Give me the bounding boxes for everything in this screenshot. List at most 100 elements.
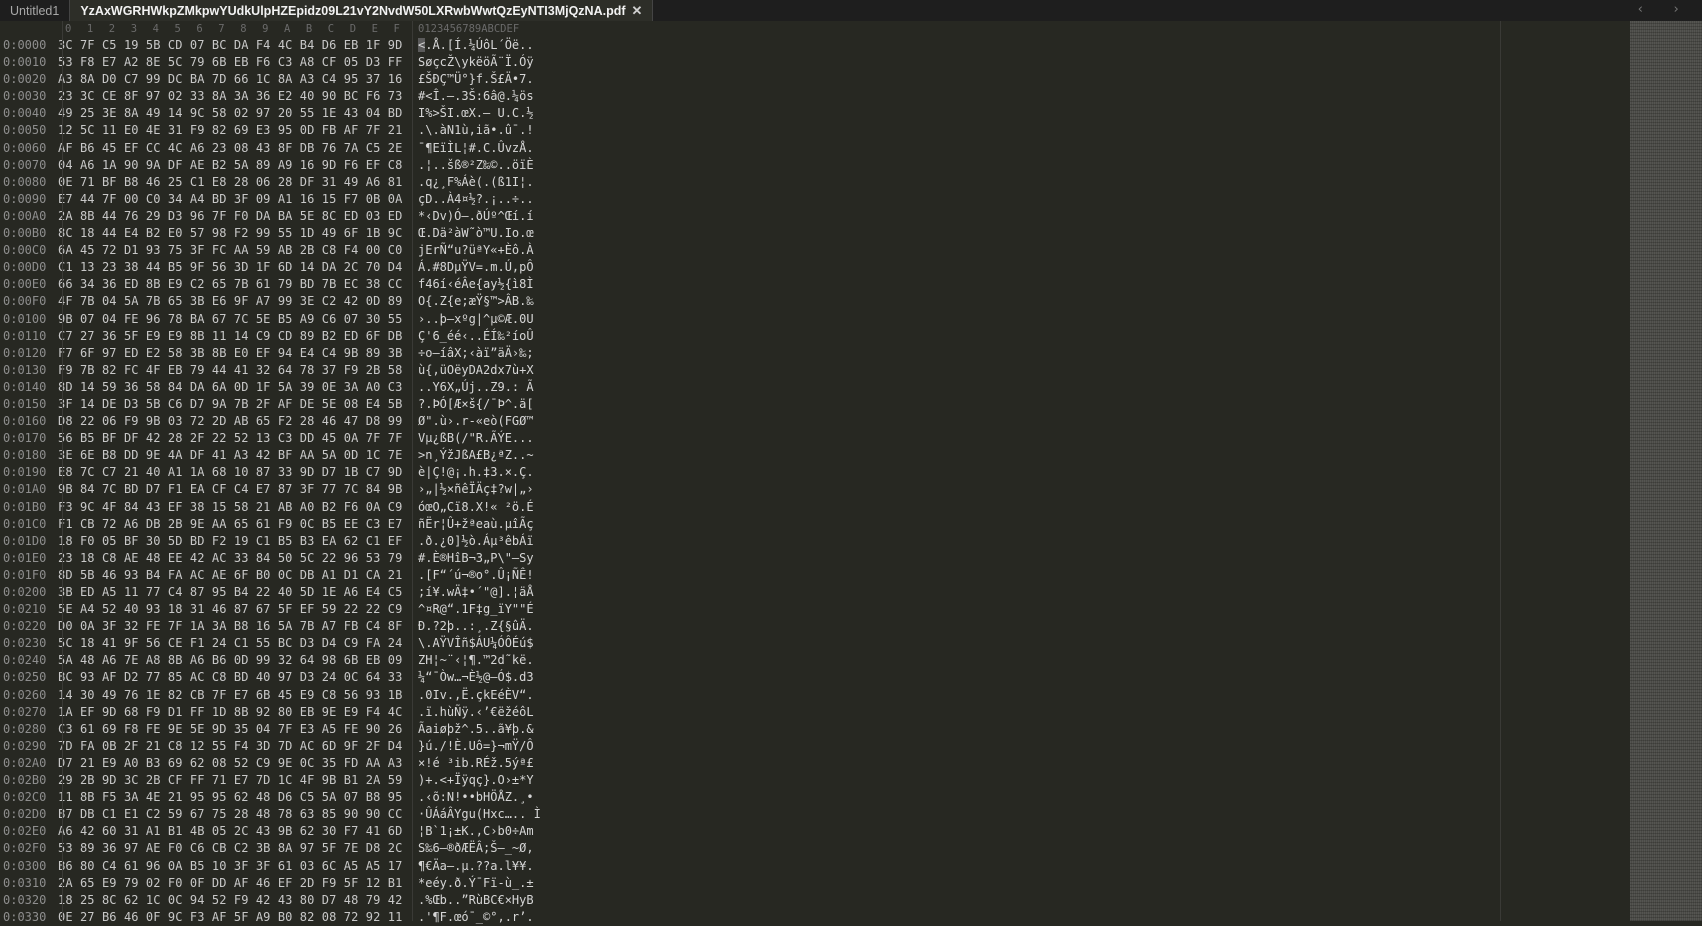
row-hex-bytes[interactable]: 0E 27 B6 46 0F 9C F3 AF 5F A9 B0 82 08 7… <box>58 909 402 926</box>
row-ascii[interactable]: ^¤R@“.1F‡g_ïY""É <box>418 601 534 618</box>
row-hex-bytes[interactable]: 5E A4 52 40 93 18 31 46 87 67 5F EF 59 2… <box>58 601 402 618</box>
row-ascii[interactable]: .[F“´ú¬®o°.Û¡ÑÊ! <box>418 567 534 584</box>
row-hex-bytes[interactable]: 56 B5 BF DF 42 28 2F 22 52 13 C3 DD 45 0… <box>58 430 402 447</box>
row-ascii[interactable]: .\.àN1ù‚iã•.û¯.! <box>418 122 534 139</box>
row-hex-bytes[interactable]: 3E 6E B8 DD 9E 4A DF 41 A3 42 BF AA 5A 0… <box>58 447 402 464</box>
row-ascii[interactable]: çD..À4¤½?.¡..÷.. <box>418 191 534 208</box>
row-ascii[interactable]: ¦B`1¡±K.,C›b0÷Am <box>418 823 534 840</box>
row-ascii[interactable]: \.AŸVÎñ$ÁU¼ÓÔÉú$ <box>418 635 534 652</box>
row-ascii[interactable]: Ç'6_éé‹..ÉÍ‰²íoÛ <box>418 328 534 345</box>
row-hex-bytes[interactable]: 6A 45 72 D1 93 75 3F FC AA 59 AB 2B C8 F… <box>58 242 402 259</box>
tab-scroll-arrows-icon[interactable]: ‹ › <box>1637 0 1690 20</box>
row-hex-bytes[interactable]: 3B ED A5 11 77 C4 87 95 B4 22 40 5D 1E A… <box>58 584 402 601</box>
row-ascii[interactable]: ?.ÞÓ[Æ×š{/¯Þ^.ä[ <box>418 396 534 413</box>
row-hex-bytes[interactable]: A6 42 60 31 A1 B1 4B 05 2C 43 9B 62 30 F… <box>58 823 402 840</box>
row-hex-bytes[interactable]: 1A EF 9D 68 F9 D1 FF 1D 8B 92 80 EB 9E E… <box>58 704 402 721</box>
row-hex-bytes[interactable]: 23 18 C8 AE 48 EE 42 AC 33 84 50 5C 22 9… <box>58 550 402 567</box>
row-ascii[interactable]: .ï.hùÑÿ.‹’€ëžéôL <box>418 704 534 721</box>
row-hex-bytes[interactable]: F1 CB 72 A6 DB 2B 9E AA 65 61 F9 0C B5 E… <box>58 516 402 533</box>
row-hex-bytes[interactable]: 49 25 3E 8A 49 14 9C 58 02 97 20 55 1E 4… <box>58 105 402 122</box>
row-ascii[interactable]: ..Y6X„Új..Z9.: Ã <box>418 379 534 396</box>
row-ascii[interactable]: ¯¶EïÌL¦#.C.ÛvzÅ. <box>418 140 534 157</box>
row-ascii[interactable]: <.Å.[Í.¼ÚôL´Öë.. <box>418 37 534 54</box>
row-hex-bytes[interactable]: B6 80 C4 61 96 0A B5 10 3F 3F 61 03 6C A… <box>58 858 402 875</box>
row-hex-bytes[interactable]: D8 22 06 F9 9B 03 72 2D AB 65 F2 28 46 4… <box>58 413 402 430</box>
row-ascii[interactable]: ›„|½×ñêÏÄç‡?w|„› <box>418 481 534 498</box>
row-hex-bytes[interactable]: 3F 14 DE D3 5B C6 D7 9A 7B 2F AF DE 5E 0… <box>58 396 402 413</box>
row-hex-bytes[interactable]: 18 25 8C 62 1C 0C 94 52 F9 42 43 80 D7 4… <box>58 892 402 909</box>
row-ascii[interactable]: ¼“¯Òw…¬È½@—Ó$.d3 <box>418 669 534 686</box>
row-ascii[interactable]: .'¶F.œó¯_©°‚.r’. <box>418 909 534 926</box>
row-ascii[interactable]: Œ.Dä²àW˜ò™U.Io.œ <box>418 225 534 242</box>
row-hex-bytes[interactable]: D7 21 E9 A0 B3 69 62 08 52 C9 9E 0C 35 F… <box>58 755 402 772</box>
row-hex-bytes[interactable]: F7 6F 97 ED E2 58 3B 8B E0 EF 94 E4 C4 9… <box>58 345 402 362</box>
row-hex-bytes[interactable]: 53 F8 E7 A2 8E 5C 79 6B EB F6 C3 A8 CF 0… <box>58 54 402 71</box>
row-ascii[interactable]: ñËr¦Û+žªeaù.µîÃç <box>418 516 534 533</box>
row-ascii[interactable]: .ð.¿0]½ò.Áµ³êbÁï <box>418 533 534 550</box>
row-hex-bytes[interactable]: C3 61 69 F8 FE 9E 5E 9D 35 04 7F E3 A5 F… <box>58 721 402 738</box>
row-ascii[interactable]: ÷o—íâX;‹àï”äÄ›‰; <box>418 345 534 362</box>
row-hex-bytes[interactable]: 53 89 36 97 AE F0 C6 CB C2 3B 8A 97 5F 7… <box>58 840 402 857</box>
row-ascii[interactable]: ×!é ³ib.RÉž.5ýª£ <box>418 755 534 772</box>
row-ascii[interactable]: Ø".ù›.r-«eò(FGØ™ <box>418 413 534 430</box>
row-hex-bytes[interactable]: 8C 18 44 E4 B2 E0 57 98 F2 99 55 1D 49 6… <box>58 225 402 242</box>
row-hex-bytes[interactable]: 14 30 49 76 1E 82 CB 7F E7 6B 45 E9 C8 5… <box>58 687 402 704</box>
row-ascii[interactable]: *‹Dv)Ó–.ðÚº^Œí.í <box>418 208 534 225</box>
row-hex-bytes[interactable]: 66 34 36 ED 8B E9 C2 65 7B 61 79 BD 7B E… <box>58 276 402 293</box>
row-hex-bytes[interactable]: BC 93 AF D2 77 85 AC C8 BD 40 97 D3 24 0… <box>58 669 402 686</box>
row-ascii[interactable]: ›..þ–xºg|^µ©Æ.0U <box>418 311 534 328</box>
row-ascii[interactable]: jErÑ“u?üªY«+Èô.À <box>418 242 534 259</box>
row-ascii[interactable]: Vµ¿ßB(/"R.ÃÝE... <box>418 430 534 447</box>
row-ascii[interactable]: è|Ç!@¡.h.‡3.×.Ç. <box>418 464 534 481</box>
minimap[interactable] <box>1630 21 1702 921</box>
row-ascii[interactable]: .¦..šß®²Z‰©..öïÈ <box>418 157 534 174</box>
row-hex-bytes[interactable]: 3C 7F C5 19 5B CD 07 BC DA F4 4C B4 D6 E… <box>58 37 402 54</box>
row-hex-bytes[interactable]: C7 27 36 5F E9 E9 8B 11 14 C9 CD 89 B2 E… <box>58 328 402 345</box>
row-ascii[interactable]: SøçcŽ\ykëöÃ¨Ï.Óÿ <box>418 54 534 71</box>
row-ascii[interactable]: ¶€Äa–.µ.??a.l¥¥. <box>418 858 534 875</box>
row-hex-bytes[interactable]: A3 8A D0 C7 99 DC BA 7D 66 1C 8A A3 C4 9… <box>58 71 402 88</box>
row-hex-bytes[interactable]: E8 7C C7 21 40 A1 1A 68 10 87 33 9D D7 1… <box>58 464 402 481</box>
row-hex-bytes[interactable]: 2A 8B 44 76 29 D3 96 7F F0 DA BA 5E 8C E… <box>58 208 402 225</box>
row-hex-bytes[interactable]: C1 13 23 38 44 B5 9F 56 3D 1F 6D 14 DA 2… <box>58 259 402 276</box>
row-hex-bytes[interactable]: 23 3C CE 8F 97 02 33 8A 3A 36 E2 40 90 B… <box>58 88 402 105</box>
row-hex-bytes[interactable]: E7 44 7F 00 C0 34 A4 BD 3F 09 A1 16 15 F… <box>58 191 402 208</box>
row-hex-bytes[interactable]: 5C 18 41 9F 56 CE F1 24 C1 55 BC D3 D4 C… <box>58 635 402 652</box>
row-hex-bytes[interactable]: 0E 71 BF B8 46 25 C1 E8 28 06 28 DF 31 4… <box>58 174 402 191</box>
row-ascii[interactable]: S‰6—®ðÆËÂ;Š—_~Ø, <box>418 840 534 857</box>
row-hex-bytes[interactable]: F3 9C 4F 84 43 EF 38 15 58 21 AB A0 B2 F… <box>58 499 402 516</box>
row-ascii[interactable]: >n¸ÝžJßA£B¿ªZ..~ <box>418 447 534 464</box>
row-ascii[interactable]: Á.#8DµŸV=.m.Ú,pÔ <box>418 259 534 276</box>
row-ascii[interactable]: #<Î.—.3Š:6â@.¼ös <box>418 88 534 105</box>
row-ascii[interactable]: O{.Z{e;æŸ§™>ÂB.‰ <box>418 293 534 310</box>
row-hex-bytes[interactable]: 8D 5B 46 93 B4 FA AC AE 6F B0 0C DB A1 D… <box>58 567 402 584</box>
row-hex-bytes[interactable]: 7D FA 0B 2F 21 C8 12 55 F4 3D 7D AC 6D 9… <box>58 738 402 755</box>
row-hex-bytes[interactable]: 9B 07 04 FE 96 78 BA 67 7C 5E B5 A9 C6 0… <box>58 311 402 328</box>
row-ascii[interactable]: }ú./!È.Uô=}¬mŸ/Ô <box>418 738 534 755</box>
row-hex-bytes[interactable]: 18 F0 05 BF 30 5D BD F2 19 C1 B5 B3 EA 6… <box>58 533 402 550</box>
row-hex-bytes[interactable]: 29 2B 9D 3C 2B CF FF 71 E7 7D 1C 4F 9B B… <box>58 772 402 789</box>
row-ascii[interactable]: #.È®HîB¬3„P\"–Sy <box>418 550 534 567</box>
row-ascii[interactable]: )+.<+Ïÿqç}.O›±*Y <box>418 772 534 789</box>
row-hex-bytes[interactable]: AF B6 45 EF CC 4C A6 23 08 43 8F DB 76 7… <box>58 140 402 157</box>
row-ascii[interactable]: óœO„Cï8.X!« ²ö.É <box>418 499 534 516</box>
row-ascii[interactable]: .%Œb..”RùBC€×HyB <box>418 892 534 909</box>
row-ascii[interactable]: *eéy.ð.Ý¯Fï-ù_.± <box>418 875 534 892</box>
row-ascii[interactable]: ZH¦~¨‹¦¶.™2d˜kë. <box>418 652 534 669</box>
row-hex-bytes[interactable]: F9 7B 82 FC 4F EB 79 44 41 32 64 78 37 F… <box>58 362 402 379</box>
tab-pdf-file[interactable]: YzAxWGRHWkpZMkpwYUdkUlpHZEpidz09L21vY2Nv… <box>69 0 654 21</box>
close-icon[interactable]: ✕ <box>632 1 643 21</box>
row-ascii[interactable]: Ð.?2þ..:¸.Z{§ûÄ. <box>418 618 534 635</box>
row-ascii[interactable]: .‹õ:N!••bHÖÅZ.¸• <box>418 789 534 806</box>
tab-untitled1[interactable]: Untitled1 <box>0 0 69 21</box>
row-ascii[interactable]: I%>ŠI.œX.— U.C.½ <box>418 105 534 122</box>
row-ascii[interactable]: ·ÛÁáÂYgu(Hxc….. Ì <box>418 806 541 823</box>
row-ascii[interactable]: Ãaiøþž^.5..ã¥þ.& <box>418 721 534 738</box>
row-hex-bytes[interactable]: D0 0A 3F 32 FE 7F 1A 3A B8 16 5A 7B A7 F… <box>58 618 402 635</box>
row-hex-bytes[interactable]: B7 DB C1 E1 C2 59 67 75 28 48 78 63 85 9… <box>58 806 402 823</box>
row-hex-bytes[interactable]: 8D 14 59 36 58 84 DA 6A 0D 1F 5A 39 0E 3… <box>58 379 402 396</box>
row-ascii[interactable]: ;í¥.wÄ‡•´"@].¦äÅ <box>418 584 534 601</box>
row-ascii[interactable]: f46í‹éÂe{ay½{ì8Ì <box>418 276 534 293</box>
row-hex-bytes[interactable]: 12 5C 11 E0 4E 31 F9 82 69 E3 95 0D FB A… <box>58 122 402 139</box>
row-hex-bytes[interactable]: 5A 48 A6 7E A8 8B A6 B6 0D 99 32 64 98 6… <box>58 652 402 669</box>
